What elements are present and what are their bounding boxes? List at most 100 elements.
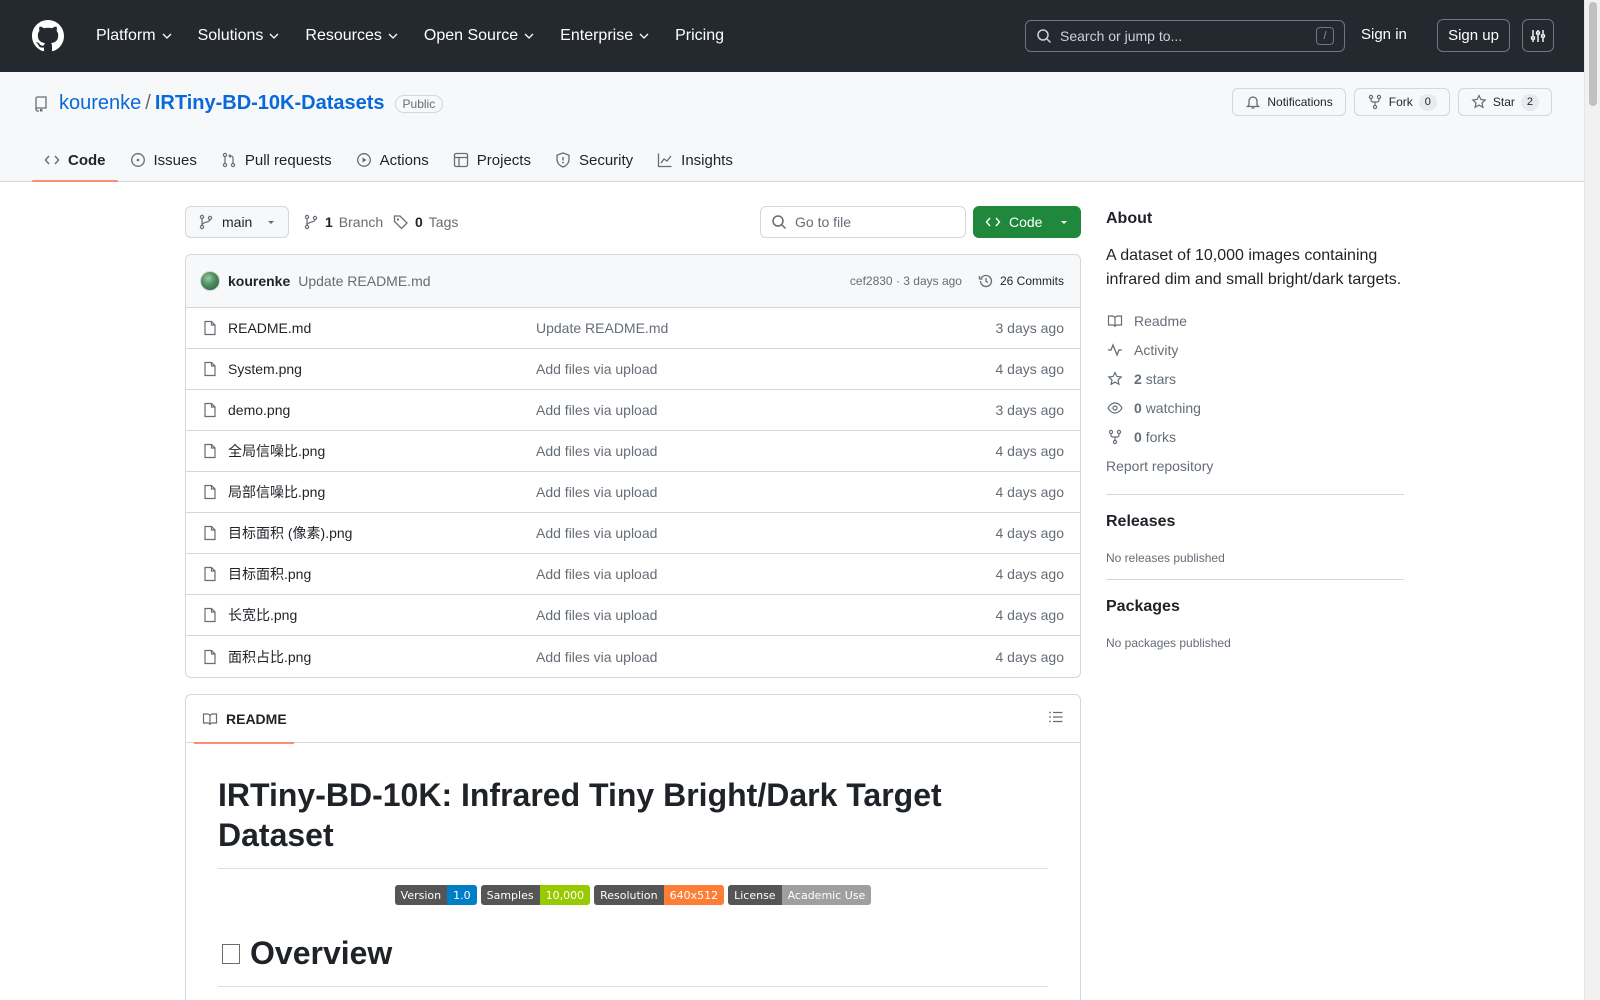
nav-platform[interactable]: Platform bbox=[88, 21, 180, 51]
file-name-link[interactable]: 局部信噪比.png bbox=[202, 482, 536, 502]
scrollbar-thumb[interactable] bbox=[1589, 2, 1597, 106]
badge-label: Resolution bbox=[594, 885, 664, 905]
repo-description: A dataset of 10,000 images containing in… bbox=[1106, 247, 1402, 288]
chevron-down-icon bbox=[388, 33, 398, 39]
file-commit-message[interactable]: Add files via upload bbox=[536, 402, 996, 418]
page-scrollbar[interactable] bbox=[1584, 0, 1600, 1000]
file-name: 目标面积.png bbox=[228, 566, 312, 582]
divider bbox=[1106, 579, 1404, 580]
file-commit-message[interactable]: Add files via upload bbox=[536, 649, 996, 665]
notifications-button[interactable]: Notifications bbox=[1232, 88, 1346, 116]
file-name: README.md bbox=[228, 320, 312, 336]
repo-path-separator: / bbox=[145, 92, 151, 114]
repo-owner-link[interactable]: kourenke bbox=[59, 92, 141, 115]
branch-select[interactable]: main bbox=[185, 206, 289, 238]
tab-security[interactable]: Security bbox=[543, 138, 645, 182]
global-search-input[interactable]: Search or jump to... / bbox=[1025, 20, 1345, 52]
nav-enterprise[interactable]: Enterprise bbox=[552, 21, 657, 51]
file-name-link[interactable]: 长宽比.png bbox=[202, 605, 536, 625]
file-name: 长宽比.png bbox=[228, 607, 298, 623]
forks-count: 0 bbox=[1134, 428, 1142, 445]
commit-author[interactable]: kourenke bbox=[228, 273, 290, 289]
file-name-link[interactable]: 目标面积 (像素).png bbox=[202, 523, 536, 543]
overview-heading-text: Overview bbox=[250, 935, 393, 971]
file-commit-message[interactable]: Add files via upload bbox=[536, 361, 996, 377]
search-icon bbox=[1037, 29, 1052, 44]
file-commit-message[interactable]: Add files via upload bbox=[536, 607, 996, 623]
outline-button[interactable] bbox=[1048, 709, 1064, 728]
file-list: kourenke Update README.md cef2830 · 3 da… bbox=[185, 254, 1081, 678]
nav-label: Solutions bbox=[197, 27, 264, 44]
file-name-link[interactable]: demo.png bbox=[202, 402, 536, 418]
tab-actions[interactable]: Actions bbox=[344, 138, 441, 182]
file-name-link[interactable]: 目标面积.png bbox=[202, 564, 536, 584]
file-name-link[interactable]: System.png bbox=[202, 361, 536, 377]
file-row: 目标面积.png Add files via upload 4 days ago bbox=[186, 554, 1080, 595]
releases-title[interactable]: Releases bbox=[1106, 513, 1404, 531]
badge-value: 1.0 bbox=[447, 885, 477, 905]
sign-up-button[interactable]: Sign up bbox=[1437, 19, 1510, 52]
star-icon bbox=[1107, 370, 1123, 385]
readme-link[interactable]: Readme bbox=[1106, 306, 1404, 335]
file-commit-message[interactable]: Add files via upload bbox=[536, 525, 996, 541]
github-logo-icon[interactable] bbox=[32, 20, 64, 52]
watching-link[interactable]: 0 watching bbox=[1106, 393, 1404, 422]
graph-icon bbox=[658, 153, 672, 168]
tab-pull-requests[interactable]: Pull requests bbox=[209, 138, 344, 182]
nav-solutions[interactable]: Solutions bbox=[190, 21, 288, 51]
eye-icon bbox=[1107, 401, 1123, 414]
commits-link[interactable]: 26 Commits bbox=[978, 273, 1064, 289]
tag-icon bbox=[393, 215, 408, 230]
readme-link-label: Readme bbox=[1134, 312, 1187, 329]
branches-link[interactable]: 1 Branch bbox=[303, 214, 383, 230]
code-icon bbox=[44, 155, 60, 165]
readme-tab-label: README bbox=[226, 710, 287, 727]
file-name-link[interactable]: 全局信噪比.png bbox=[202, 441, 536, 461]
repo-name-link[interactable]: IRTiny-BD-10K-Datasets bbox=[155, 92, 385, 115]
commit-hash-time[interactable]: cef2830 · 3 days ago bbox=[850, 274, 962, 288]
file-commit-message[interactable]: Add files via upload bbox=[536, 566, 996, 582]
tab-insights[interactable]: Insights bbox=[645, 138, 745, 182]
issue-icon bbox=[130, 153, 145, 167]
go-to-file-input[interactable]: Go to file bbox=[760, 206, 966, 238]
global-nav: Platform Solutions Resources Open Source… bbox=[88, 21, 738, 51]
forks-link[interactable]: 0 forks bbox=[1106, 422, 1404, 451]
stars-link[interactable]: 2 stars bbox=[1106, 364, 1404, 393]
tab-code[interactable]: Code bbox=[32, 138, 118, 182]
about-sidebar: About A dataset of 10,000 images contain… bbox=[1106, 210, 1404, 650]
star-button[interactable]: Star 2 bbox=[1457, 88, 1552, 116]
file-name-link[interactable]: README.md bbox=[202, 320, 536, 336]
sign-in-link[interactable]: Sign in bbox=[1361, 26, 1407, 43]
file-commit-message[interactable]: Add files via upload bbox=[536, 484, 996, 500]
badge-value: 640x512 bbox=[663, 885, 725, 905]
readme-tab[interactable]: README bbox=[194, 695, 294, 744]
code-button[interactable]: Code bbox=[973, 206, 1081, 238]
nav-resources[interactable]: Resources bbox=[297, 21, 405, 51]
file-commit-age: 4 days ago bbox=[995, 525, 1065, 541]
nav-pricing[interactable]: Pricing bbox=[667, 21, 732, 51]
avatar[interactable] bbox=[200, 271, 220, 291]
tab-projects[interactable]: Projects bbox=[441, 138, 543, 182]
nav-label: Resources bbox=[305, 27, 382, 44]
nav-label: Enterprise bbox=[560, 27, 634, 44]
file-rows: README.md Update README.md 3 days ago Syste… bbox=[186, 308, 1080, 677]
book-icon bbox=[1107, 314, 1123, 327]
nav-open-source[interactable]: Open Source bbox=[416, 21, 542, 51]
settings-menu-button[interactable] bbox=[1522, 19, 1554, 52]
file-row: System.png Add files via upload 4 days ago bbox=[186, 349, 1080, 390]
file-commit-message[interactable]: Update README.md bbox=[536, 320, 996, 336]
activity-link[interactable]: Activity bbox=[1106, 335, 1404, 364]
file-commit-message[interactable]: Add files via upload bbox=[536, 443, 996, 459]
commit-message[interactable]: Update README.md bbox=[298, 273, 430, 289]
fork-button[interactable]: Fork 0 bbox=[1353, 88, 1450, 116]
file-name-link[interactable]: 面积占比.png bbox=[202, 647, 536, 667]
forks-label: forks bbox=[1145, 428, 1177, 445]
readme-badges: Version 1.0 Samples 10,000 Resolution 640x512… bbox=[218, 885, 1048, 905]
tab-label: Pull requests bbox=[244, 151, 332, 169]
packages-title[interactable]: Packages bbox=[1106, 598, 1404, 616]
tab-issues[interactable]: Issues bbox=[118, 138, 209, 182]
global-header: Platform Solutions Resources Open Source… bbox=[0, 0, 1584, 72]
watching-count: 0 bbox=[1134, 399, 1142, 416]
tags-link[interactable]: 0 Tags bbox=[393, 214, 458, 230]
report-repository-link[interactable]: Report repository bbox=[1106, 451, 1404, 480]
